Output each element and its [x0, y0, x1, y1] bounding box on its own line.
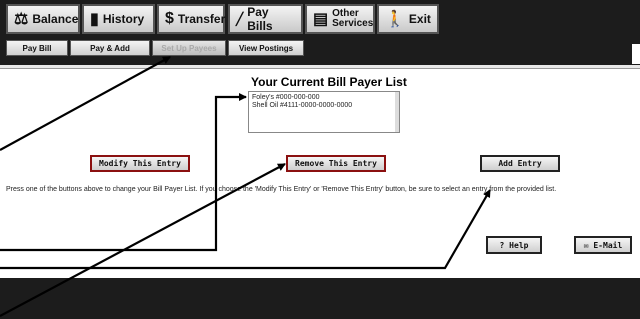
arrow-to-set-up-payees: [0, 56, 171, 151]
arrow-to-payee-list: [0, 93, 247, 252]
annotation-arrows: [0, 56, 491, 317]
arrow-to-remove-entry: [0, 163, 286, 317]
arrow-to-add-entry: [0, 189, 491, 270]
